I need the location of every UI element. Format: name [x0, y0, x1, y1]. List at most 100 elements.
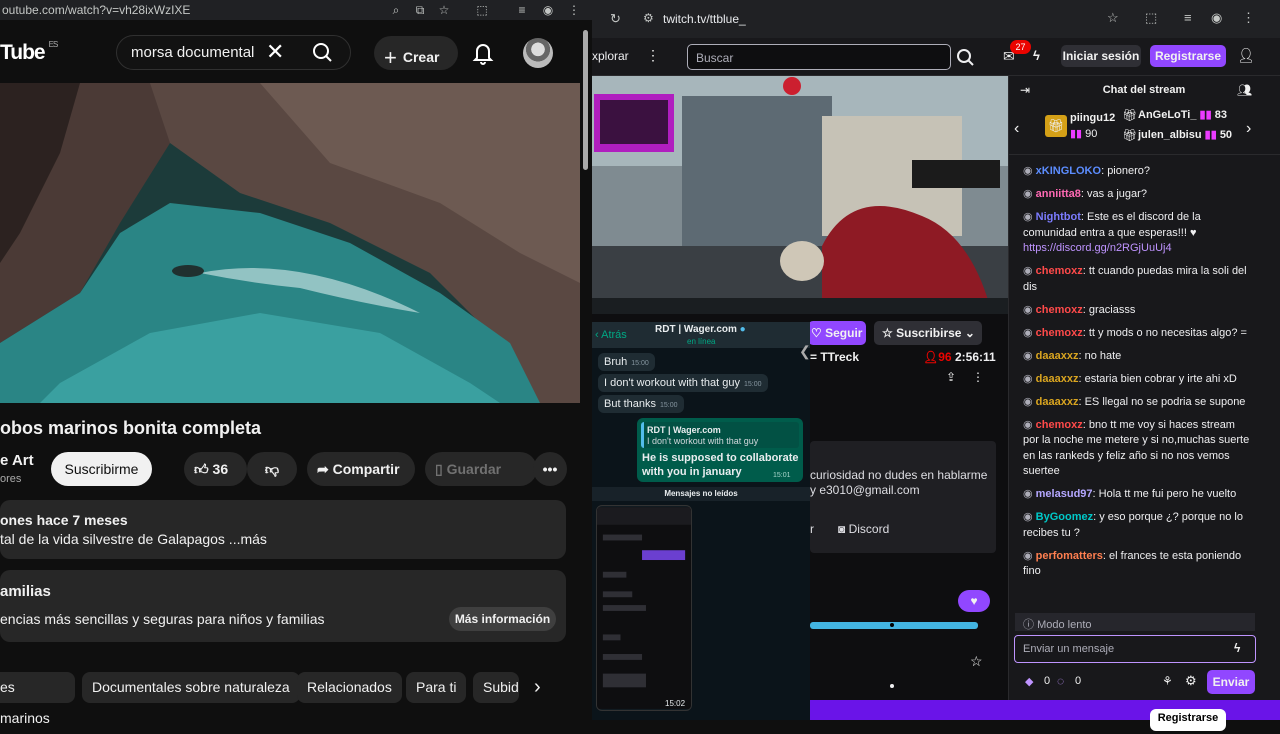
star-icon[interactable]: ☆ — [970, 653, 983, 670]
user-badge-icon: ◉ — [1023, 549, 1036, 562]
chat-link[interactable]: https://discord.gg/n2RGjUuUj4 — [1023, 242, 1172, 254]
search-input[interactable]: morsa documental — [131, 44, 254, 61]
chevron-left-icon[interactable]: ‹ — [1014, 120, 1019, 138]
gifter-name[interactable]: AnGeLoTi_ ▮▮ 83 — [1138, 108, 1227, 121]
subscribe-button[interactable]: ☆ Suscribirse ⌄ — [874, 321, 982, 345]
chat-text: tt y mods o no necesitas algo? = — [1088, 326, 1247, 339]
install-icon[interactable]: ⧉ — [412, 2, 428, 18]
dislike-button[interactable]: 👎︎ — [247, 452, 297, 486]
media-icon[interactable]: ≡ — [514, 2, 530, 18]
reload-icon[interactable]: ↻ — [610, 11, 621, 27]
video-player[interactable] — [0, 83, 580, 403]
chip-seals[interactable]: es marinos — [0, 672, 75, 726]
chat-users-icon[interactable]: 👥︎ — [1237, 83, 1252, 97]
chat-username[interactable]: daaaxxz — [1036, 350, 1079, 362]
more-icon[interactable]: ⋮ — [972, 370, 984, 384]
site-info-icon[interactable]: ⚙ — [643, 11, 654, 25]
save-button[interactable]: ▯ Guardar — [425, 452, 537, 486]
chat-input[interactable]: Enviar un mensaje — [1014, 635, 1256, 663]
gifter-name[interactable]: julen_albisu ▮▮ 50 — [1138, 128, 1232, 141]
chat-username[interactable]: anniitta8 — [1036, 188, 1081, 200]
chat-username[interactable]: ByGoomez — [1036, 511, 1093, 523]
media-icon[interactable]: ≡ — [1184, 10, 1192, 25]
chip-for-you[interactable]: Para ti — [406, 672, 467, 703]
more-info-button[interactable]: Más información — [449, 607, 556, 631]
chat-bubble[interactable]: But thanks 15:00 — [598, 395, 684, 413]
chat-bubble[interactable]: I don't workout with that guy 15:00 — [598, 374, 768, 392]
discord-label: Discord — [848, 522, 890, 536]
chat-bubble[interactable]: Bruh 15:00 — [598, 353, 655, 371]
like-button[interactable]: 👍︎ 36 — [184, 452, 247, 486]
chip-uploaded[interactable]: Subid — [473, 672, 519, 703]
gifter-name-text: AnGeLoTi_ — [1138, 109, 1197, 121]
scrollbar[interactable] — [583, 30, 588, 170]
top-gifter-name[interactable]: piingu12 — [1070, 112, 1115, 124]
register-button-bottom[interactable]: Registrarse — [1150, 709, 1226, 731]
chat-username[interactable]: chemoxz — [1036, 327, 1083, 339]
profile-icon[interactable]: ◉ — [1211, 10, 1222, 26]
follow-button[interactable]: ♡ Seguir — [808, 321, 866, 345]
profile-icon[interactable]: ◉ — [540, 2, 556, 18]
youtube-logo[interactable]: Tube ES — [0, 40, 58, 65]
youtube-address-bar[interactable]: outube.com/watch?v=vh28ixWzIXE — [0, 0, 592, 20]
create-button[interactable]: + Crear — [374, 36, 458, 70]
plus-icon: + — [384, 45, 397, 70]
avatar[interactable] — [523, 38, 553, 68]
chat-username[interactable]: Nightbot — [1036, 211, 1081, 223]
login-button[interactable]: Iniciar sesión — [1061, 45, 1141, 67]
chat-tools-icon[interactable]: ⚘ — [1162, 674, 1173, 688]
chat-username[interactable]: chemoxz — [1036, 419, 1083, 431]
star-icon[interactable]: ☆ — [1107, 10, 1119, 26]
bits-icon[interactable]: ◆ — [1025, 675, 1033, 688]
contact-name[interactable]: RDT | Wager.com ● — [655, 324, 746, 335]
chevron-right-icon[interactable]: › — [1246, 120, 1251, 138]
zoom-icon[interactable]: ⌕ — [388, 2, 404, 18]
share-icon[interactable]: ⇪ — [946, 370, 956, 384]
turbo-icon[interactable]: ϟ — [1033, 48, 1040, 63]
chip-nature-docs[interactable]: Documentales sobre naturaleza — [82, 672, 300, 703]
send-button[interactable]: Enviar — [1207, 670, 1255, 694]
chat-username[interactable]: melasud97 — [1036, 488, 1093, 500]
chat-username[interactable]: chemoxz — [1036, 304, 1083, 316]
heart-icon[interactable]: ♥ — [958, 590, 990, 612]
twitch-address-bar[interactable]: twitch.tv/ttblue_ — [663, 12, 746, 26]
more-actions-icon[interactable]: ••• — [533, 452, 567, 486]
chevron-right-icon[interactable]: › — [534, 676, 541, 699]
subscribe-button[interactable]: Suscribirme — [51, 452, 152, 486]
twitch-search-input[interactable]: Buscar — [687, 44, 951, 70]
chat-username[interactable]: xKINGLOKO — [1036, 165, 1101, 177]
extensions-icon[interactable]: ⬚ — [1145, 10, 1157, 26]
info-icon: ⓘ — [1023, 619, 1034, 631]
collapse-icon[interactable]: ❮ — [799, 343, 811, 360]
screenshot-image[interactable] — [596, 505, 692, 711]
kebab-menu-icon[interactable]: ⋮ — [1242, 10, 1255, 26]
description-text[interactable]: tal de la vida silvestre de Galapagos ..… — [0, 531, 267, 547]
channel-points-icon[interactable]: ◌ — [1057, 674, 1064, 688]
stream-video-player[interactable] — [592, 76, 1008, 314]
search-icon[interactable] — [300, 36, 346, 69]
kebab-menu-icon[interactable]: ⋮ — [566, 2, 582, 18]
chat-username[interactable]: daaaxxz — [1036, 373, 1079, 385]
menu-letter[interactable]: r — [810, 522, 814, 536]
star-icon[interactable]: ☆ — [436, 2, 452, 18]
chat-username[interactable]: daaaxxz — [1036, 396, 1079, 408]
chip-related[interactable]: Relacionados — [297, 672, 402, 703]
settings-icon[interactable]: ⚙ — [1185, 673, 1197, 689]
share-button[interactable]: ➦ Compartir — [307, 452, 415, 486]
user-icon[interactable]: 👤︎ — [1237, 47, 1255, 64]
emote-icon[interactable]: ϟ — [1234, 641, 1240, 655]
channel-name[interactable]: e Art — [0, 452, 34, 469]
user-badge-icon: ◉ — [1023, 303, 1036, 316]
register-button[interactable]: Registrarse — [1150, 45, 1226, 67]
search-icon[interactable] — [952, 44, 978, 70]
chat-username[interactable]: chemoxz — [1036, 265, 1083, 277]
clear-search-icon[interactable]: ✕ — [266, 41, 284, 63]
extensions-icon[interactable]: ⬚ — [474, 2, 490, 18]
bell-icon[interactable] — [470, 40, 496, 66]
explore-link[interactable]: xplorar — [592, 49, 629, 63]
description-box[interactable] — [0, 500, 566, 559]
discord-link[interactable]: ◙ Discord — [838, 522, 889, 536]
more-icon[interactable]: ⋮ — [646, 47, 660, 64]
back-button[interactable]: ‹ Atrás — [595, 329, 627, 341]
chat-username[interactable]: perfomatters — [1036, 550, 1103, 562]
